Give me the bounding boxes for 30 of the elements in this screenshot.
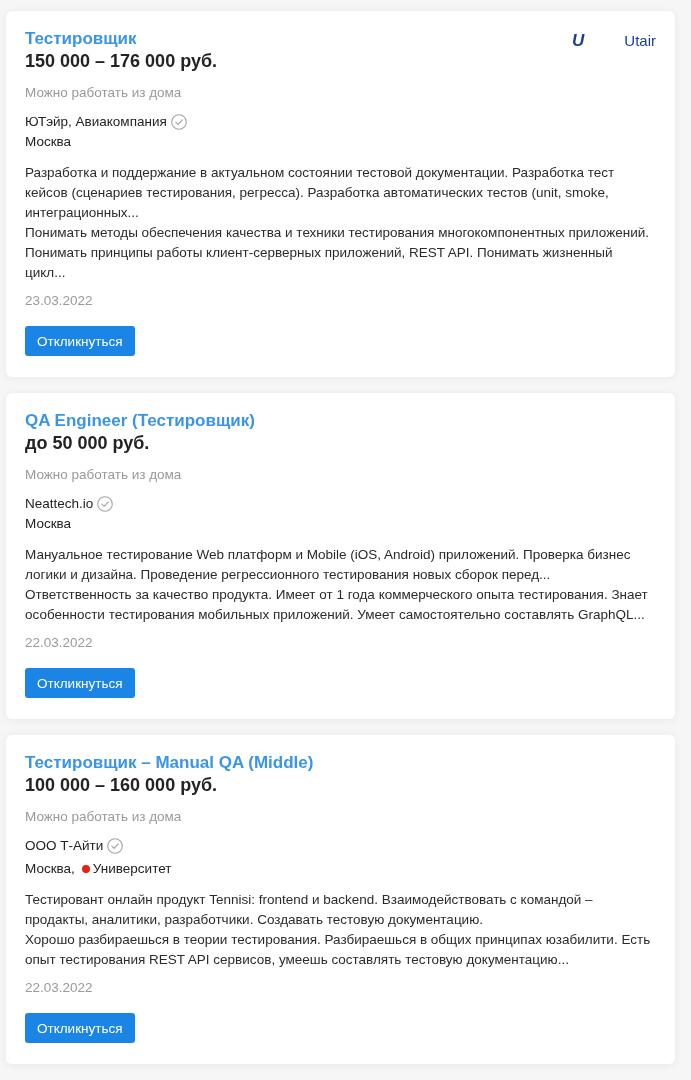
respond-button[interactable]: Откликнуться (25, 1013, 135, 1043)
logo-mark: U (572, 31, 585, 51)
logo-name: Utair (624, 31, 656, 51)
publish-date: 22.03.2022 (25, 979, 94, 997)
vacancy-title-link[interactable]: Тестировщик – Manual QA (Middle) (25, 752, 314, 774)
company-name: ЮТэйр, Авиакомпания (25, 113, 167, 131)
publish-date: 23.03.2022 (25, 292, 94, 310)
vacancy-title-link[interactable]: QA Engineer (Тестировщик) (25, 410, 255, 432)
salary-text: 100 000 – 160 000 руб. (25, 774, 219, 796)
respond-button[interactable]: Откликнуться (25, 668, 135, 698)
city-text: Москва (25, 515, 72, 533)
company-name: Neattech.io (25, 495, 94, 513)
description-text: Разработка и поддержание в актуальном состоянии тестовой документации. Разработка тест кейсов (сценариев тестирования, регресса). Разработка автоматических тестов (unit, smoke, интеграционных... (25, 164, 616, 222)
metro-station: Университет (92, 860, 172, 878)
description-text: Понимать методы обеспечения качества и техники тестирования многокомпонентных приложений. Понимать принципы работы клиент-серверных приложений, REST API. Понимать жизненный цикл... (25, 224, 651, 282)
description-text: Ответственность за качество продукта. Имеет от 1 года коммерческого опыта тестирования. Знает особенности тестирования мобильных приложений. Умеет самостоятельно составлять GraphQL... (25, 586, 649, 624)
city-text: Москва, (25, 860, 75, 878)
remote-work-note: Можно работать из дома (25, 84, 183, 102)
city-text: Москва (25, 133, 72, 151)
respond-button[interactable]: Откликнуться (25, 326, 135, 356)
description-text: Хорошо разбираешься в теории тестирования. Разбираешься в общих принципах юзабилити. Есть опыт тестирования REST API сервисов, умеешь составлять тестовую документацию... (25, 931, 652, 969)
remote-work-note: Можно работать из дома (25, 808, 183, 826)
salary-text: до 50 000 руб. (25, 432, 151, 454)
description-text: Мануальное тестирование Web платформ и Mobile (iOS, Android) приложений. Проверка бизнес логики и дизайна. Проведение регрессионного тестирования новых сборок перед... (25, 546, 632, 584)
vacancy-title-link[interactable]: Тестировщик (25, 28, 218, 50)
remote-work-note: Можно работать из дома (25, 466, 183, 484)
publish-date: 22.03.2022 (25, 634, 94, 652)
company-name: ООО Т-Айти (25, 837, 104, 855)
description-text: Тестировант онлайн продукт Tennisi: frontend и backend. Взаимодействовать с командой – продакты, аналитики, разработчики. Создавать тестовую документацию. (25, 891, 594, 929)
salary-text: 150 000 – 176 000 руб. (25, 50, 218, 72)
